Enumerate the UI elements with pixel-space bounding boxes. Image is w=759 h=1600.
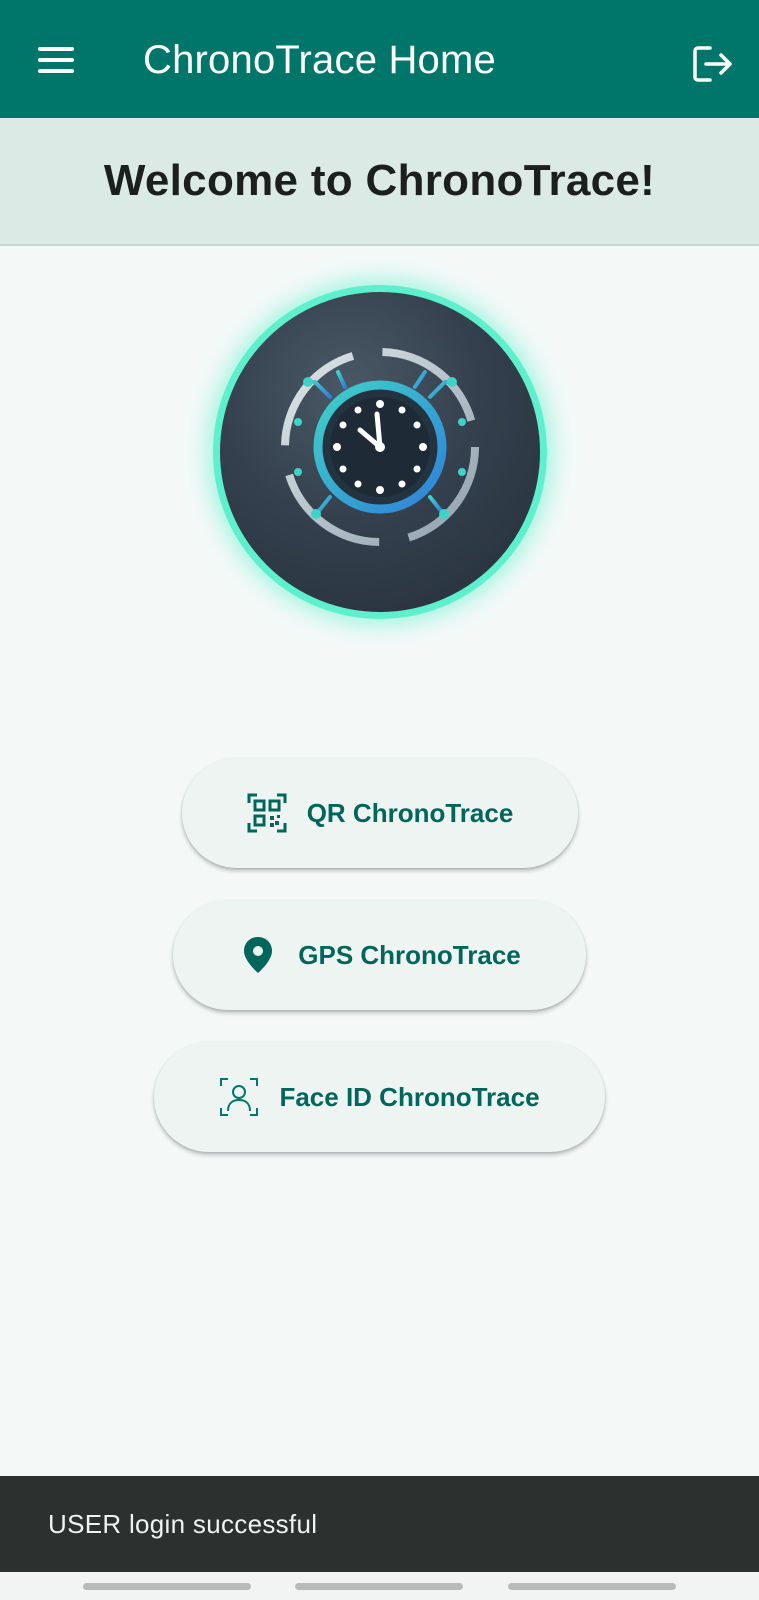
hamburger-menu-icon[interactable] [30,40,80,80]
clock-logo-icon [281,348,479,546]
welcome-banner: Welcome to ChronoTrace! [0,118,759,246]
logout-icon[interactable] [688,40,736,88]
gps-chronotrace-label: GPS ChronoTrace [298,939,521,970]
snackbar-message: USER login successful [48,1508,318,1539]
nav-back-handle[interactable] [508,1583,676,1590]
location-pin-icon [238,935,278,975]
face-id-chronotrace-button[interactable]: Face ID ChronoTrace [154,1042,605,1152]
page-title: ChronoTrace Home [143,38,496,82]
qr-chronotrace-button[interactable]: QR ChronoTrace [182,758,578,868]
welcome-heading: Welcome to ChronoTrace! [103,156,656,205]
nav-recents-handle[interactable] [83,1583,251,1590]
app-bar: ChronoTrace Home [0,0,759,118]
face-id-icon [219,1077,259,1117]
nav-home-handle[interactable] [295,1583,463,1590]
gps-chronotrace-button[interactable]: GPS ChronoTrace [173,900,586,1010]
system-nav-bar [0,1572,759,1600]
clock-circuit-logo [213,285,547,619]
snackbar: USER login successful [0,1476,759,1572]
qr-code-scan-icon [247,793,287,833]
qr-chronotrace-label: QR ChronoTrace [306,797,514,828]
face-id-chronotrace-label: Face ID ChronoTrace [279,1081,540,1112]
